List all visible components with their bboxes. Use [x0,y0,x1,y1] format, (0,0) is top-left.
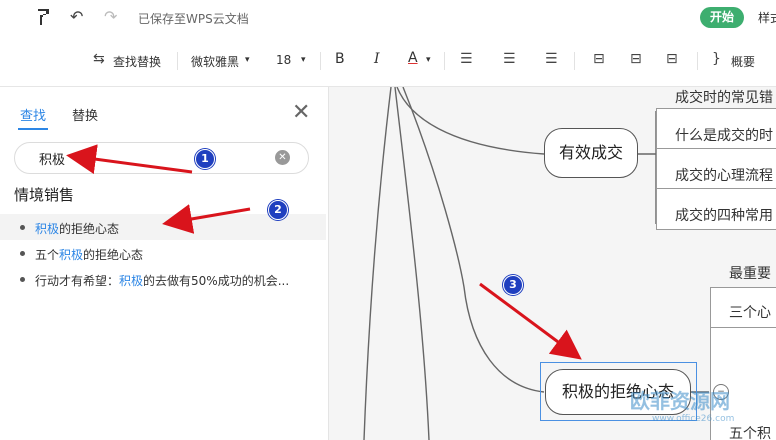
redo-icon[interactable]: ↷ [104,7,117,26]
insert-parent-icon[interactable]: ⊟ [666,51,678,67]
result-text: 积极的拒绝心态 [35,222,120,236]
result-keyword: 积极 [119,274,144,288]
font-size-select[interactable]: 18 [276,53,291,67]
align-right-icon[interactable]: ☰ [545,51,558,67]
find-replace-icon[interactable]: ⇆ [93,51,105,67]
step-badge: 1 [195,149,215,169]
active-tab-indicator [18,128,48,130]
bullet-icon [20,277,25,282]
find-replace-panel: 查找 替换 ✕ 积极 ✕ 情境销售 积极的拒绝心态 五个积极的拒绝心态 行动才有… [0,87,329,440]
align-left-icon[interactable]: ☰ [460,51,473,67]
font-color-button[interactable]: A [408,50,418,66]
chevron-down-icon[interactable]: ▾ [301,55,306,65]
mindmap-leaf[interactable]: 三个心 [729,302,771,322]
save-status: 已保存至WPS云文档 [138,12,249,26]
clear-icon[interactable]: ✕ [275,150,290,165]
style-tab[interactable]: 样式 [758,9,776,26]
mindmap-leaf[interactable]: 最重要 [729,263,771,283]
toolbar-divider [177,52,178,70]
format-painter-icon[interactable] [36,8,52,30]
mindmap-leaf[interactable]: 成交的心理流程 [675,165,773,185]
search-result-item[interactable]: 五个积极的拒绝心态 [0,240,326,266]
bullet-icon [20,251,25,256]
toolbar-divider [444,52,445,70]
watermark-url: www.office26.com [652,414,735,424]
chevron-down-icon[interactable]: ▾ [245,55,250,65]
insert-sibling-icon[interactable]: ⊟ [630,51,642,67]
result-keyword: 积极 [35,222,60,236]
result-group-title: 情境销售 [14,186,75,204]
mindmap-leaf[interactable]: 成交时的常见错 [675,87,773,107]
summary-button[interactable]: 概要 [731,53,755,70]
start-tab-button[interactable]: 开始 [700,7,744,28]
font-family-select[interactable]: 微软雅黑 [191,53,239,70]
search-input-value[interactable]: 积极 [39,149,65,168]
summary-brace-icon[interactable]: } [712,51,721,67]
step-badge: 3 [503,275,523,295]
search-result-item[interactable]: 行动才有希望：积极的去做有50%成功的机会... [0,266,326,292]
toolbar-divider [697,52,698,70]
search-input[interactable]: 积极 ✕ [14,142,309,174]
result-text: 五个积极的拒绝心态 [35,248,144,262]
find-replace-button[interactable]: 查找替换 [113,53,161,70]
mindmap-leaf[interactable]: 成交的四种常用 [675,205,773,225]
toolbar: ⇆ 查找替换 微软雅黑 ▾ 18 ▾ B I A ▾ ☰ ☰ ☰ ⊟ ⊟ ⊟ }… [0,36,776,87]
italic-button[interactable]: I [374,51,380,67]
tab-replace[interactable]: 替换 [72,105,98,124]
watermark-logo: 欧菲资源网 [630,389,730,413]
mindmap-node-effective-deal[interactable]: 有效成交 [544,128,638,178]
step-badge: 2 [268,200,288,220]
bold-button[interactable]: B [335,51,345,67]
bullet-icon [20,225,25,230]
insert-child-icon[interactable]: ⊟ [593,51,605,67]
toolbar-divider [574,52,575,70]
tab-find[interactable]: 查找 [20,105,46,124]
chevron-down-icon[interactable]: ▾ [426,55,431,65]
toolbar-divider [320,52,321,70]
result-text: 行动才有希望：积极的去做有50%成功的机会... [35,274,290,288]
result-keyword: 积极 [59,248,84,262]
align-center-icon[interactable]: ☰ [503,51,516,67]
undo-icon[interactable]: ↶ [70,7,83,26]
title-bar: ↶ ↷ 已保存至WPS云文档 开始 样式 [0,0,776,36]
close-icon[interactable]: ✕ [292,102,310,124]
mindmap-leaf[interactable]: 什么是成交的时 [675,125,773,145]
mindmap-leaf[interactable]: 五个积 [729,423,771,440]
